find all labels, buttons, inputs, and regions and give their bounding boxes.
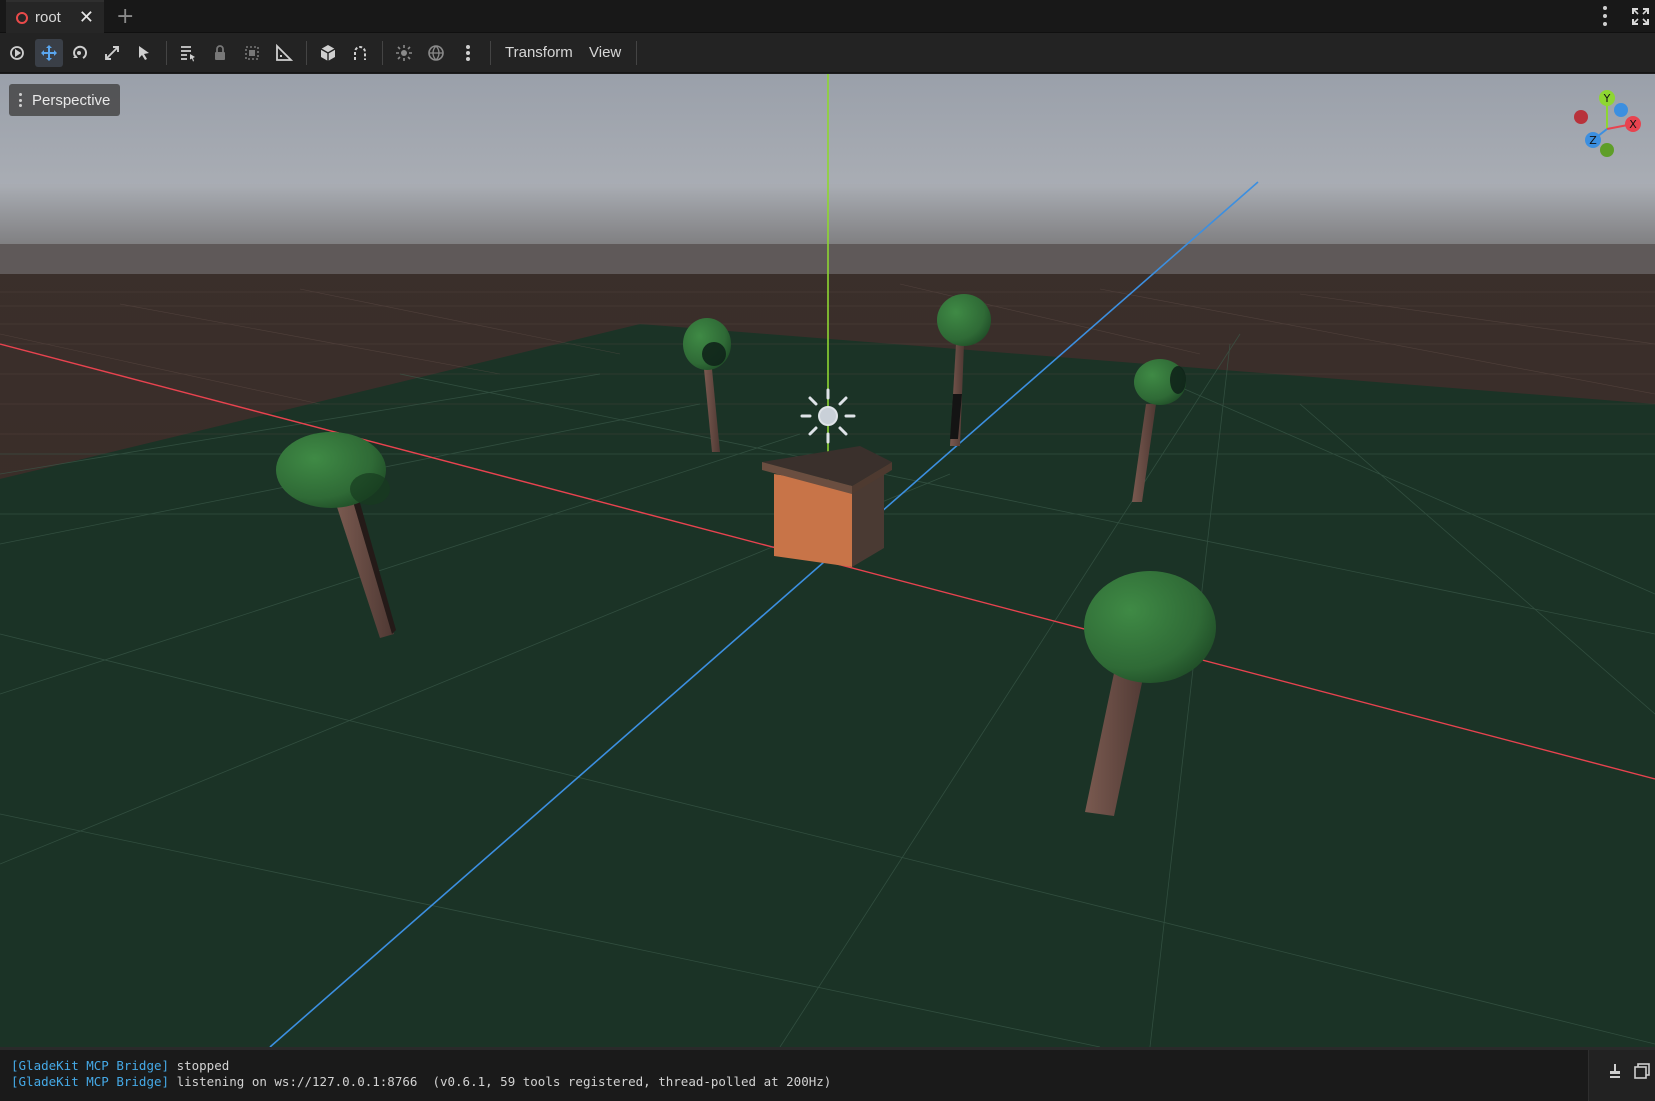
viewport-toolbar: Transform View [0,33,1655,73]
log-text: listening on ws://127.0.0.1:8766 (v0.6.1… [169,1074,832,1089]
ruler-icon[interactable] [270,39,298,67]
fullscreen-icon[interactable] [1632,8,1649,25]
sun-preview-icon[interactable] [390,39,418,67]
toolbar-separator [490,41,491,65]
snap-icon[interactable] [346,39,374,67]
neg-y-handle[interactable] [1600,143,1614,157]
move-mode-icon[interactable] [35,39,63,67]
editor-window: root ✕ + Transform View Perspective Y X … [0,0,1655,1101]
scene-tab-bar: root ✕ + [0,0,1655,33]
close-icon[interactable]: ✕ [79,8,94,28]
viewport-scene[interactable] [0,74,1655,1047]
group-icon[interactable] [238,39,266,67]
menu-dots-icon [19,93,22,107]
view-menu[interactable]: View [589,41,621,65]
output-tools [1588,1050,1655,1101]
neg-x-handle[interactable] [1574,110,1588,124]
local-space-icon[interactable] [314,39,342,67]
x-label: X [1629,118,1637,131]
toolbar-separator [166,41,167,65]
log-line: [GladeKit MCP Bridge] listening on ws://… [11,1074,831,1090]
box-object[interactable] [762,446,892,567]
log-tag: [GladeKit MCP Bridge] [11,1074,170,1089]
perspective-menu-button[interactable]: Perspective [9,84,121,116]
neg-z-handle[interactable] [1614,103,1628,117]
list-select-icon[interactable] [130,39,158,67]
clear-output-icon[interactable] [1606,1062,1624,1080]
toolbar-separator [636,41,637,65]
toolbar-separator [382,41,383,65]
tab-label: root [35,9,61,26]
z-label: Z [1589,134,1597,147]
rotate-mode-icon[interactable] [66,39,94,67]
select-mode-icon[interactable] [3,39,31,67]
y-label: Y [1603,92,1611,105]
list-icon[interactable] [174,39,202,67]
scale-mode-icon[interactable] [98,39,126,67]
output-log[interactable]: [GladeKit MCP Bridge] stopped [GladeKit M… [11,1058,831,1090]
log-line: [GladeKit MCP Bridge] stopped [11,1058,831,1074]
perspective-label: Perspective [32,91,111,109]
3d-viewport[interactable]: Perspective Y X Z [0,74,1655,1047]
more-options-icon[interactable] [454,39,482,67]
scene-circle-icon [16,11,28,24]
tab-menu-icon[interactable] [1601,6,1609,26]
copy-output-icon[interactable] [1633,1062,1651,1080]
tab-root[interactable]: root ✕ [6,0,104,33]
orientation-gizmo[interactable]: Y X Z [1565,84,1645,164]
log-text: stopped [169,1058,230,1073]
transform-menu[interactable]: Transform [505,41,573,65]
toolbar-separator [306,41,307,65]
log-tag: [GladeKit MCP Bridge] [11,1058,170,1073]
add-tab-icon[interactable]: + [116,4,134,29]
environment-preview-icon[interactable] [422,39,450,67]
directional-light-icon[interactable] [800,388,856,444]
lock-icon[interactable] [206,39,234,67]
output-panel: [GladeKit MCP Bridge] stopped [GladeKit M… [0,1047,1655,1101]
